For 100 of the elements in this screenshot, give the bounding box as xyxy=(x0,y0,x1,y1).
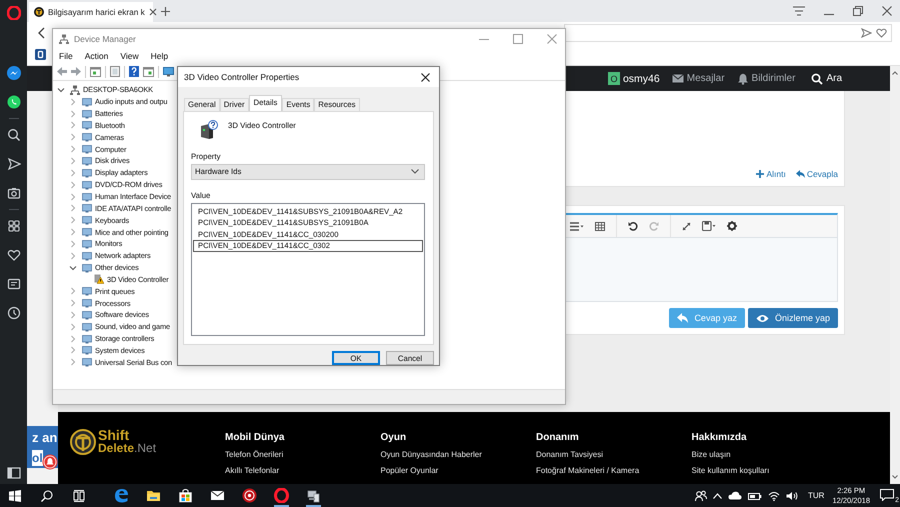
people-icon[interactable] xyxy=(695,490,707,502)
eye-icon xyxy=(756,314,769,322)
device-icon xyxy=(82,238,92,249)
clock-icon[interactable] xyxy=(6,306,20,320)
send-icon[interactable] xyxy=(861,28,872,38)
save-icon[interactable] xyxy=(702,221,716,231)
camera-icon[interactable] xyxy=(6,186,20,200)
scroll-up-icon[interactable] xyxy=(892,71,898,75)
messenger-icon[interactable] xyxy=(6,66,20,80)
bookmark-icon[interactable] xyxy=(35,49,46,60)
volume-icon[interactable] xyxy=(786,490,798,500)
device-icon xyxy=(82,262,92,273)
chevron-down-icon xyxy=(411,169,419,174)
footer-link[interactable]: Donanım Tavsiyesi xyxy=(536,450,692,459)
nav-link[interactable]: Bildirimler xyxy=(736,72,796,84)
notification-bell-icon[interactable] xyxy=(42,454,58,470)
window-icon[interactable] xyxy=(143,66,154,76)
wifi-icon[interactable] xyxy=(768,490,780,500)
nav-link[interactable]: Ara xyxy=(811,72,842,84)
reply-arrow-icon xyxy=(796,170,805,178)
speech-bubble-icon xyxy=(880,488,894,500)
heart-icon[interactable] xyxy=(876,28,887,38)
window-icon[interactable] xyxy=(90,66,101,76)
page-icon[interactable] xyxy=(110,66,120,77)
logo-emblem-icon[interactable] xyxy=(70,429,96,455)
close-icon[interactable] xyxy=(421,72,430,82)
username-link[interactable]: osmy46 xyxy=(622,72,660,84)
device-icon xyxy=(82,132,92,142)
heart-icon[interactable] xyxy=(6,248,20,262)
close-icon[interactable] xyxy=(148,8,157,16)
post-action-link[interactable]: Alıntı xyxy=(756,169,786,179)
new-tab-icon[interactable] xyxy=(161,6,170,16)
chevron-up-icon[interactable] xyxy=(713,492,722,498)
menu-icon[interactable] xyxy=(793,6,805,16)
device-icon xyxy=(82,144,92,154)
footer-link[interactable]: Popüler Oyunlar xyxy=(380,466,536,475)
opera-logo-icon[interactable] xyxy=(6,6,20,20)
footer-link[interactable]: Fotoğraf Makineleri / Kamera xyxy=(536,466,692,475)
dialog-title: 3D Video Controller Properties xyxy=(184,72,300,82)
battery-icon[interactable] xyxy=(748,490,762,500)
user-avatar[interactable]: O xyxy=(608,72,620,85)
undo-icon[interactable] xyxy=(628,221,638,231)
device-icon xyxy=(82,227,92,238)
device-icon xyxy=(82,322,92,332)
footer-heading: Hakkımızda xyxy=(692,432,748,443)
device-icon xyxy=(82,357,92,368)
scrollbar[interactable] xyxy=(890,66,900,484)
banner-text[interactable]: ol xyxy=(32,450,43,466)
menu-item[interactable]: View xyxy=(120,50,139,60)
task-view-icon[interactable] xyxy=(73,490,85,502)
nav-link[interactable]: Mesajlar xyxy=(672,72,725,84)
menu-item[interactable]: Help xyxy=(150,50,168,60)
footer-link[interactable]: Bize ulaşın xyxy=(692,450,847,459)
windows-start-icon[interactable] xyxy=(9,490,21,502)
device-manager-icon xyxy=(59,34,69,44)
address-field[interactable] xyxy=(564,24,892,42)
plus-icon xyxy=(756,170,764,178)
close-icon[interactable] xyxy=(882,6,892,16)
device-icon xyxy=(82,215,92,226)
post-action-link[interactable]: Cevapla xyxy=(796,169,838,179)
footer-link[interactable]: Telefon Önerileri xyxy=(225,450,380,459)
list-icon[interactable] xyxy=(570,222,584,230)
device-icon xyxy=(82,310,92,320)
chevron-down-icon[interactable] xyxy=(57,86,65,94)
device-icon xyxy=(82,180,92,190)
cloud-icon[interactable] xyxy=(728,491,742,500)
maximize-icon[interactable] xyxy=(513,34,523,44)
computer-icon xyxy=(70,84,80,95)
menu-item[interactable]: File xyxy=(59,50,73,60)
news-icon[interactable] xyxy=(6,277,20,291)
menu-item[interactable]: Action xyxy=(84,50,108,60)
table-icon[interactable] xyxy=(595,222,605,230)
sidebar-toggle-icon[interactable] xyxy=(6,467,20,479)
site-favicon-icon xyxy=(34,7,44,17)
language-indicator[interactable]: TUR xyxy=(808,491,824,500)
gear-icon[interactable] xyxy=(727,221,737,231)
send-icon[interactable] xyxy=(6,157,20,171)
chevron-down-icon[interactable] xyxy=(69,264,77,272)
footer-link[interactable]: Oyun Dünyasından Haberler xyxy=(380,450,536,459)
whatsapp-icon[interactable] xyxy=(6,95,20,109)
search-icon[interactable] xyxy=(6,128,20,142)
scroll-down-icon[interactable] xyxy=(892,475,898,479)
help-icon[interactable] xyxy=(129,66,139,77)
device-icon xyxy=(82,345,92,356)
banner-text[interactable]: z an xyxy=(32,430,58,446)
forward-arrow-icon[interactable] xyxy=(71,67,81,76)
logo-text[interactable]: Shift Delete.Net xyxy=(98,429,156,455)
footer-link[interactable]: Site kullanım koşulları xyxy=(692,466,847,475)
restore-icon[interactable] xyxy=(853,6,863,16)
monitor-icon[interactable] xyxy=(163,66,174,76)
device-icon xyxy=(82,192,92,202)
tab-title: Bilgisayarım harici ekran k xyxy=(48,7,145,17)
search-icon[interactable] xyxy=(41,490,53,502)
expand-icon[interactable] xyxy=(682,222,691,230)
device-icon xyxy=(82,250,92,261)
footer-link[interactable]: Akıllı Telefonlar xyxy=(225,466,380,475)
grid-icon[interactable] xyxy=(6,219,20,233)
preview-button[interactable]: Önizleme yap xyxy=(748,308,838,328)
unknown-device-icon xyxy=(200,120,218,140)
device-icon xyxy=(82,334,92,344)
